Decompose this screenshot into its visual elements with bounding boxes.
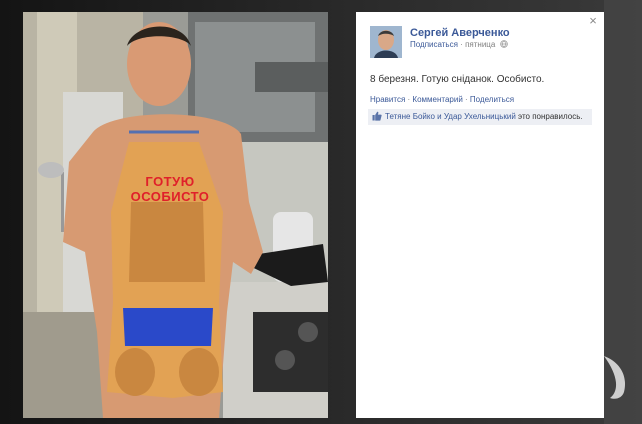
- post-time[interactable]: пятница: [465, 40, 495, 49]
- globe-icon[interactable]: [499, 40, 508, 48]
- action-separator: ·: [462, 95, 470, 104]
- apron-slogan: ГОТУЮ ОСОБИСТО: [115, 174, 225, 204]
- likes-suffix: это понравилось.: [515, 112, 583, 121]
- likers-link[interactable]: Тетяне Бойко и Удар Ухельницький: [385, 112, 516, 121]
- comment-link[interactable]: Комментарий: [412, 95, 462, 104]
- author-avatar[interactable]: [370, 26, 402, 58]
- post-photo[interactable]: ГОТУЮ ОСОБИСТО: [23, 12, 328, 418]
- author-name-link[interactable]: Сергей Аверченко: [410, 27, 510, 39]
- close-icon[interactable]: ×: [586, 14, 600, 28]
- post-actions: Нравится · Комментарий · Поделиться: [370, 95, 514, 104]
- post-text: 8 березня. Готую сніданок. Особисто.: [370, 74, 545, 85]
- subscribe-link[interactable]: Подписаться: [410, 40, 458, 49]
- meta-separator: ·: [460, 40, 463, 49]
- avatar-image: [370, 26, 402, 58]
- apron-slogan-line-1: ГОТУЮ: [145, 174, 195, 189]
- apron-slogan-line-2: ОСОБИСТО: [130, 189, 210, 204]
- share-link[interactable]: Поделиться: [470, 95, 514, 104]
- post-details-panel: × Сергей Аверченко Подписаться · пятница…: [356, 12, 604, 418]
- likes-summary: Тетяне Бойко и Удар Ухельницький это пон…: [368, 109, 592, 125]
- post-meta: Подписаться · пятница: [410, 40, 508, 49]
- thumbs-up-icon: [372, 111, 382, 121]
- like-link[interactable]: Нравится: [370, 95, 405, 104]
